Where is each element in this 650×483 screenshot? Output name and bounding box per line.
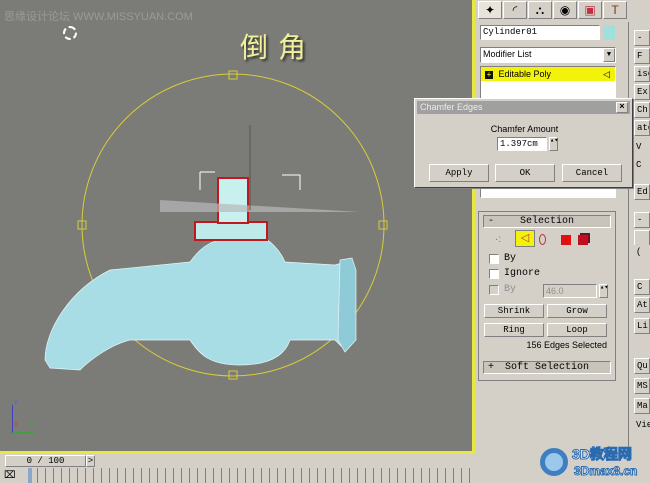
axis-tripod: z x y xyxy=(12,399,34,433)
timeline-track[interactable] xyxy=(30,468,470,483)
dialog-titlebar: Chamfer Edges × xyxy=(417,101,630,114)
motion-tab-icon[interactable]: ◉ xyxy=(553,1,577,19)
shrink-button[interactable]: Shrink xyxy=(484,304,544,318)
apply-button[interactable]: Apply xyxy=(429,164,489,182)
utilities-tab-icon[interactable]: T xyxy=(603,1,627,19)
collapse-toggle: - xyxy=(488,216,495,227)
y-label: y xyxy=(30,421,34,428)
modify-tab-icon[interactable]: ◜ xyxy=(503,1,527,19)
rollout-title: Selection xyxy=(519,216,574,227)
z-label: z xyxy=(14,399,18,406)
truncated-button[interactable]: Li xyxy=(634,318,650,334)
element-mode-icon[interactable] xyxy=(578,235,588,245)
ok-button[interactable]: OK xyxy=(495,164,555,182)
faucet-model[interactable] xyxy=(0,0,475,454)
chamfer-amount-input[interactable]: 1.397cm xyxy=(497,137,547,151)
truncated-button[interactable]: F xyxy=(634,48,650,64)
loop-button[interactable]: Loop xyxy=(547,323,607,337)
truncated-label: Vie xyxy=(634,418,650,434)
perspective-viewport[interactable]: 思缘设计论坛 WWW.MISSYUAN.COM 倒角 z x y xyxy=(0,0,475,454)
truncated-button[interactable]: Ed xyxy=(634,184,650,200)
by-angle-checkbox[interactable] xyxy=(489,285,499,295)
truncated-label: V xyxy=(634,140,650,156)
expand-toggle: + xyxy=(488,362,495,373)
collapse-button[interactable]: - xyxy=(634,30,650,46)
next-frame-button[interactable]: > xyxy=(86,455,95,467)
chamfer-amount-spinner[interactable]: ▴▾ xyxy=(549,137,558,151)
logo-url: 3Dmax8.cn xyxy=(573,464,638,479)
chevron-down-icon[interactable]: ▼ xyxy=(603,48,615,62)
display-tab-icon[interactable]: ▣ xyxy=(578,1,602,19)
create-tab-icon[interactable]: ✦ xyxy=(478,1,502,19)
stack-item-editable-poly[interactable]: + Editable Poly ◁ xyxy=(481,67,615,81)
truncated-button[interactable]: MS xyxy=(634,378,650,394)
close-icon[interactable]: × xyxy=(616,102,628,113)
stack-item-label: Editable Poly xyxy=(498,69,552,79)
ignore-label: Ignore xyxy=(504,268,541,279)
truncated-button[interactable]: Ch xyxy=(634,102,650,118)
key-filter-icon[interactable]: ⌧ xyxy=(4,470,16,481)
edge-mode-icon[interactable]: ◁ xyxy=(515,230,535,247)
truncated-button[interactable]: Qu xyxy=(634,358,650,374)
logo-swirl-icon xyxy=(540,448,568,476)
truncated-button[interactable]: Ma xyxy=(634,398,650,414)
chamfer-amount-label: Chamfer Amount xyxy=(490,124,559,134)
command-tabs: ✦ ◜ ⛬ ◉ ▣ T xyxy=(476,0,628,21)
time-slider[interactable]: 0 / 100 xyxy=(5,455,86,467)
chamfer-edges-dialog: Chamfer Edges × Chamfer Amount 1.397cm ▴… xyxy=(414,98,633,188)
truncated-button[interactable]: Ex xyxy=(634,84,650,100)
expand-icon[interactable]: + xyxy=(485,71,493,79)
edge-subobject-icon: ◁ xyxy=(603,69,610,79)
vertex-mode-icon[interactable]: ·: xyxy=(495,234,501,245)
polygon-mode-icon[interactable] xyxy=(561,235,571,245)
object-color-swatch[interactable] xyxy=(603,25,615,40)
by-vertex-label: By xyxy=(504,253,517,264)
selection-status: 156 Edges Selected xyxy=(526,340,607,350)
ignore-backfacing-checkbox[interactable] xyxy=(489,269,499,279)
angle-spinner-arrows[interactable]: ▴▾ xyxy=(599,284,608,298)
by-angle-label: By xyxy=(504,284,517,295)
modifier-list-dropdown[interactable]: Modifier List ▼ xyxy=(480,47,616,63)
x-label: x xyxy=(14,421,18,428)
truncated-label: C xyxy=(634,158,650,174)
collapse-button[interactable]: - xyxy=(634,212,650,228)
logo-text: 3D教程网 xyxy=(572,446,633,463)
truncated-button[interactable]: ise xyxy=(634,66,650,82)
angle-spinner-input[interactable]: 46.0 xyxy=(543,284,597,298)
blank-button[interactable] xyxy=(634,230,650,246)
rollout-title: Soft Selection xyxy=(504,362,589,373)
object-name-input[interactable]: Cylinder01 xyxy=(480,25,600,40)
truncated-label: ( xyxy=(634,245,650,261)
modifier-list-label: Modifier List xyxy=(483,49,532,59)
hierarchy-tab-icon[interactable]: ⛬ xyxy=(528,1,552,19)
truncated-button[interactable]: atc xyxy=(634,120,650,136)
timeline-cursor[interactable] xyxy=(28,468,32,483)
truncated-button[interactable]: C xyxy=(634,279,650,295)
cancel-button[interactable]: Cancel xyxy=(562,164,622,182)
grow-button[interactable]: Grow xyxy=(547,304,607,318)
by-vertex-checkbox[interactable] xyxy=(489,254,499,264)
site-logo: 3D教程网 3Dmax8.cn xyxy=(540,444,650,483)
soft-selection-rollout-header[interactable]: + Soft Selection xyxy=(483,361,611,374)
ring-button[interactable]: Ring xyxy=(484,323,544,337)
truncated-button[interactable]: At xyxy=(634,297,650,313)
border-mode-icon[interactable] xyxy=(539,234,546,245)
selection-rollout: - Selection ·: ◁ By Ignore By 46.0 ▴▾ Sh… xyxy=(478,211,616,381)
selection-rollout-header[interactable]: - Selection xyxy=(483,215,611,228)
dialog-title: Chamfer Edges xyxy=(420,102,483,112)
